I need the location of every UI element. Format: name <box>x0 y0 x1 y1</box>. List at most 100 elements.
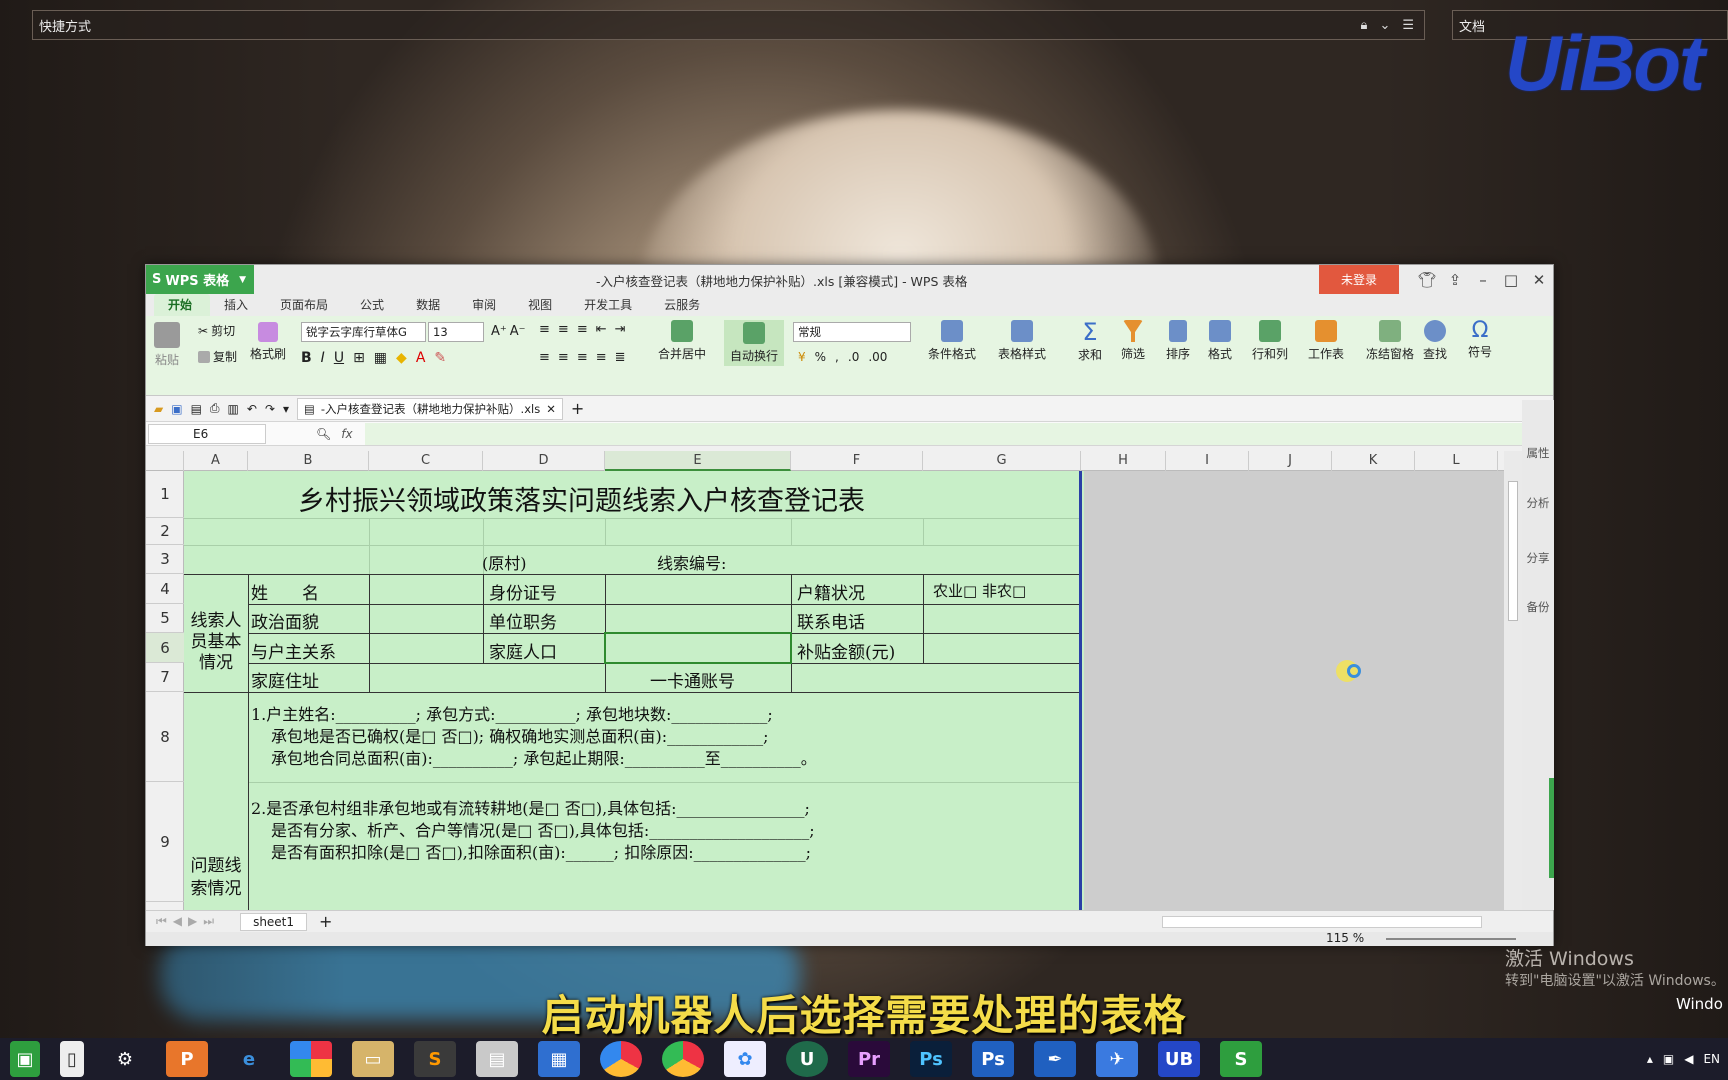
align-bottom-icon[interactable]: ≡ <box>577 322 588 337</box>
row-header[interactable]: 9 <box>146 782 184 902</box>
font-size-select[interactable]: 13 <box>428 322 484 342</box>
column-header[interactable]: A <box>184 451 248 471</box>
border-icon[interactable]: ⊞ <box>353 350 365 366</box>
document-tab[interactable]: ▤ -入户核查登记表（耕地地力保护补贴）.xls ✕ <box>297 397 563 420</box>
column-header[interactable]: G <box>923 451 1081 471</box>
chevron-down-icon[interactable]: ⌄ <box>1379 18 1390 33</box>
export-icon[interactable]: ▤ <box>191 402 202 416</box>
percent-icon[interactable]: % <box>815 350 826 364</box>
format-button[interactable]: 格式 <box>1208 320 1232 362</box>
household-label[interactable]: 户籍状况 <box>797 579 865 604</box>
column-header[interactable]: F <box>791 451 923 471</box>
column-header[interactable]: B <box>248 451 369 471</box>
menu-icon[interactable]: ☰ <box>1402 18 1414 33</box>
fill-color-icon[interactable]: ◆ <box>396 350 407 366</box>
chrome-icon-2[interactable] <box>662 1041 704 1077</box>
pdf-icon[interactable]: P <box>166 1041 208 1077</box>
align-middle-icon[interactable]: ≡ <box>558 322 569 337</box>
align-left-icon[interactable]: ≡ <box>539 350 550 365</box>
calculator-icon[interactable]: ▦ <box>538 1041 580 1077</box>
selected-cell-e6[interactable] <box>604 632 792 664</box>
photo-icon[interactable] <box>290 1041 332 1077</box>
merge-center-button[interactable]: 合并居中 <box>658 320 706 362</box>
relation-label[interactable]: 与户主关系 <box>251 638 336 663</box>
copy-button[interactable]: 复制 <box>198 348 237 365</box>
side-share[interactable]: 分享 <box>1524 551 1552 565</box>
tab-layout[interactable]: 页面布局 <box>266 294 346 316</box>
bold-button[interactable]: B <box>301 350 312 366</box>
column-header[interactable]: D <box>483 451 605 471</box>
maximize-button[interactable]: □ <box>1497 271 1525 289</box>
id-label[interactable]: 身份证号 <box>489 579 557 604</box>
origin-label[interactable]: (原村) <box>482 550 527 574</box>
ie-icon[interactable]: e <box>228 1041 270 1077</box>
feather-icon[interactable]: ✒ <box>1034 1041 1076 1077</box>
indent-increase-icon[interactable]: ⇥ <box>615 322 626 337</box>
open-icon[interactable]: ▰ <box>154 402 163 416</box>
tray-language[interactable]: EN <box>1703 1052 1720 1066</box>
tab-formula[interactable]: 公式 <box>346 294 402 316</box>
decimal-increase-icon[interactable]: .0 <box>848 350 859 364</box>
lock-icon[interactable]: 🔒︎ <box>1361 18 1368 33</box>
phone-label[interactable]: 联系电话 <box>797 608 865 633</box>
scroll-thumb[interactable] <box>1508 481 1518 621</box>
worksheet-button[interactable]: 工作表 <box>1308 320 1344 362</box>
settings-icon[interactable]: ⚙ <box>104 1041 146 1077</box>
paste-button[interactable]: 粘贴 <box>154 322 180 368</box>
politics-label[interactable]: 政治面貌 <box>251 608 319 633</box>
font-color-icon[interactable]: A <box>416 350 426 366</box>
row-header[interactable]: 8 <box>146 692 184 782</box>
shortcut-toolbar[interactable]: 快捷方式 🔒︎ ⌄ ☰ <box>32 10 1425 40</box>
cut-button[interactable]: ✂ 剪切 <box>198 322 235 339</box>
sheet-tab[interactable]: sheet1 <box>240 912 308 931</box>
sublime-icon[interactable]: S <box>414 1041 456 1077</box>
side-analysis[interactable]: 分析 <box>1524 496 1552 510</box>
uibot-creator-icon[interactable]: U <box>786 1041 828 1077</box>
tray-volume-icon[interactable]: ◀ <box>1684 1052 1693 1066</box>
name-box[interactable]: E6 <box>148 423 266 444</box>
job-label[interactable]: 单位职务 <box>489 608 557 633</box>
side-properties[interactable]: 属性 <box>1524 446 1552 460</box>
chrome-icon-1[interactable] <box>600 1041 642 1077</box>
form-title[interactable]: 乡村振兴领域政策落实问题线索入户核查登记表 <box>298 479 865 518</box>
tab-cloud[interactable]: 云服务 <box>650 294 718 316</box>
column-header[interactable]: K <box>1332 451 1415 471</box>
sort-button[interactable]: 排序 <box>1166 320 1190 362</box>
column-header[interactable]: L <box>1415 451 1498 471</box>
close-tab-icon[interactable]: ✕ <box>546 402 556 416</box>
conditional-format-button[interactable]: 条件格式 <box>928 320 976 362</box>
horizontal-scrollbar[interactable] <box>1162 915 1483 928</box>
tab-developer[interactable]: 开发工具 <box>570 294 650 316</box>
clue-number-label[interactable]: 线索编号: <box>657 550 726 574</box>
photoshop-icon-2[interactable]: Ps <box>972 1041 1014 1077</box>
section-basic-info[interactable]: 线索人员基本情况 <box>184 611 248 674</box>
justify-icon[interactable]: ≡ <box>596 350 607 365</box>
network-icon[interactable]: ✿ <box>724 1041 766 1077</box>
filter-button[interactable]: 筛选 <box>1121 320 1145 362</box>
number-format-select[interactable]: 常规 <box>793 322 911 342</box>
close-button[interactable]: ✕ <box>1525 271 1553 289</box>
worksheet[interactable]: A B C D E F G H I J K L 1 2 3 4 5 6 7 8 … <box>146 451 1504 910</box>
symbol-button[interactable]: Ω 符号 <box>1468 318 1492 360</box>
more-icon[interactable]: ▾ <box>283 402 289 416</box>
vertical-scrollbar[interactable] <box>1504 451 1522 910</box>
select-all-corner[interactable] <box>146 451 184 471</box>
freeze-panes-button[interactable]: 冻结窗格 <box>1366 320 1414 362</box>
skin-icon[interactable]: 👕︎ <box>1413 271 1441 289</box>
store-icon[interactable]: ▣ <box>10 1041 40 1077</box>
column-header[interactable]: I <box>1166 451 1249 471</box>
sum-button[interactable]: Σ 求和 <box>1078 318 1102 363</box>
card-account-label[interactable]: 一卡通账号 <box>650 667 735 692</box>
font-select[interactable]: 锐字云字库行草体G <box>301 322 426 342</box>
tab-view[interactable]: 视图 <box>514 294 570 316</box>
row-header[interactable]: 7 <box>146 663 184 692</box>
panel-toggle[interactable] <box>1549 778 1554 878</box>
login-button[interactable]: 未登录 <box>1319 265 1399 294</box>
tab-data[interactable]: 数据 <box>402 294 458 316</box>
item1-line1[interactable]: 1.户主姓名:__________; 承包方式:__________; 承包地块… <box>251 701 773 725</box>
decimal-decrease-icon[interactable]: .00 <box>868 350 887 364</box>
column-header[interactable]: C <box>369 451 483 471</box>
redo-icon[interactable]: ↷ <box>265 402 275 416</box>
column-header[interactable]: J <box>1249 451 1332 471</box>
undo-icon[interactable]: ↶ <box>247 402 257 416</box>
